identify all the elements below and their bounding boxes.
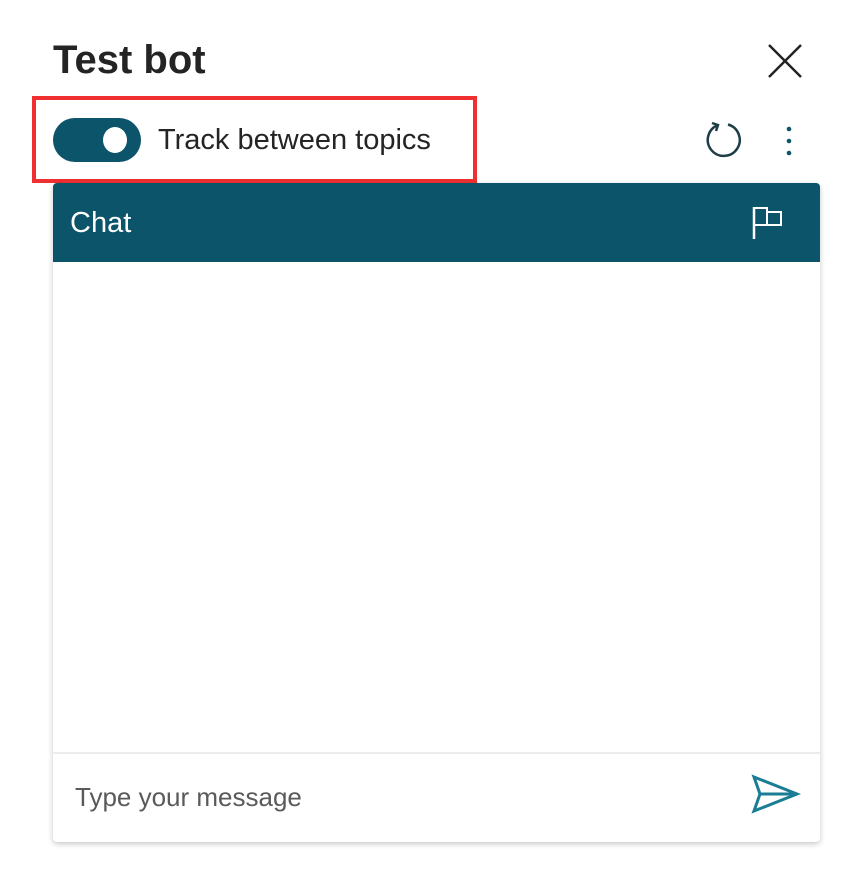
- message-input[interactable]: [73, 774, 717, 820]
- chat-panel: Chat: [53, 183, 820, 842]
- message-bar: [53, 754, 820, 842]
- message-list: [53, 262, 820, 752]
- send-icon[interactable]: [751, 774, 801, 814]
- flag-icon[interactable]: [751, 205, 787, 241]
- more-vertical-icon[interactable]: [778, 124, 800, 158]
- page-title: Test bot: [53, 38, 206, 82]
- track-topics-toggle[interactable]: [53, 118, 141, 162]
- chat-title: Chat: [70, 207, 132, 239]
- toggle-label: Track between topics: [158, 124, 431, 156]
- chat-header: Chat: [53, 183, 820, 262]
- toggle-knob: [103, 127, 127, 153]
- close-icon[interactable]: [766, 42, 804, 80]
- restart-icon[interactable]: [704, 120, 744, 160]
